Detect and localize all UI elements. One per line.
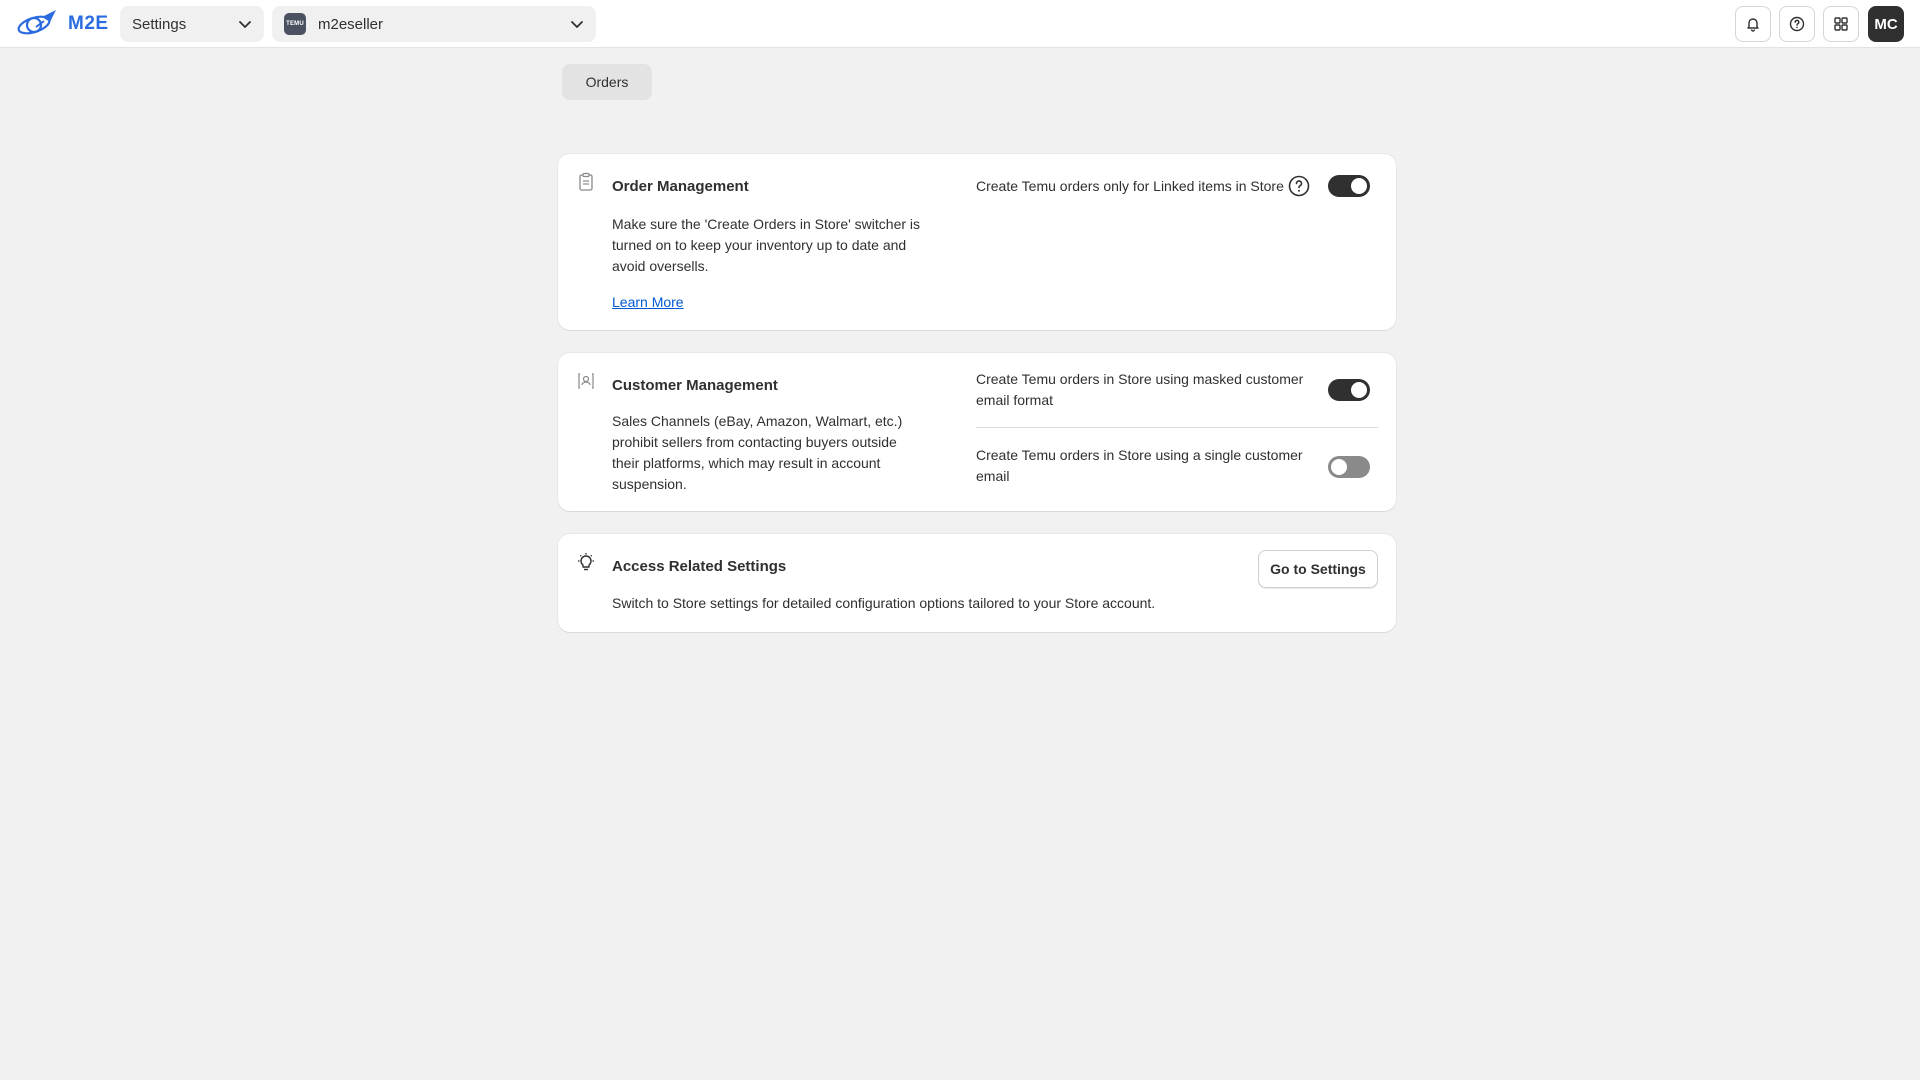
logo-text: M2E [68,13,109,34]
notifications-button[interactable] [1735,6,1771,42]
top-bar: M2E Settings TEMU m2eseller MC [0,0,1920,48]
toggle-knob [1351,382,1367,398]
apps-button[interactable] [1823,6,1859,42]
customer-management-description: Sales Channels (eBay, Amazon, Walmart, e… [612,413,903,492]
clipboard-icon [579,172,593,191]
help-circle-icon[interactable] [1288,175,1310,197]
access-settings-card: Access Related Settings Switch to Store … [558,534,1396,632]
user-avatar[interactable]: MC [1868,6,1904,42]
single-email-toggle[interactable] [1328,456,1370,478]
help-circle-icon [1789,16,1805,32]
go-to-settings-button[interactable]: Go to Settings [1258,550,1378,588]
bell-icon [1747,18,1759,32]
tab-orders[interactable]: Orders [562,64,652,100]
access-settings-description: Switch to Store settings for detailed co… [612,595,1156,611]
order-management-description: Make sure the 'Create Orders in Store' s… [612,216,921,274]
linked-items-setting-label: Create Temu orders only for Linked items… [976,178,1284,194]
order-management-card: Order Management Make sure the 'Create O… [558,154,1396,330]
order-management-title: Order Management [612,178,749,195]
section-select[interactable]: Settings [120,6,264,42]
toggle-knob [1331,459,1347,475]
linked-items-toggle[interactable] [1328,175,1370,197]
access-settings-title: Access Related Settings [612,558,787,575]
apps-grid-icon [1834,17,1848,31]
lightbulb-icon [578,553,594,571]
single-email-setting-label: Create Temu orders in Store using a sing… [976,447,1303,484]
customer-management-title: Customer Management [612,377,778,394]
account-select[interactable]: TEMU m2eseller [272,6,596,42]
user-frame-icon [578,373,594,389]
learn-more-link[interactable]: Learn More [612,294,684,310]
temu-logo-badge: TEMU [284,13,306,35]
m2e-logo[interactable]: M2E [16,6,109,42]
settings-divider [976,427,1378,428]
help-button[interactable] [1779,6,1815,42]
masked-email-toggle[interactable] [1328,379,1370,401]
section-select-value: Settings [132,15,187,33]
chevron-down-icon [239,21,251,28]
chevron-down-icon [571,21,583,28]
masked-email-setting-label: Create Temu orders in Store using masked… [976,371,1304,408]
account-select-value: m2eseller [318,15,384,33]
toggle-knob [1351,178,1367,194]
customer-management-card: Customer Management Sales Channels (eBay… [558,353,1396,511]
rocket-planet-icon [17,10,56,35]
